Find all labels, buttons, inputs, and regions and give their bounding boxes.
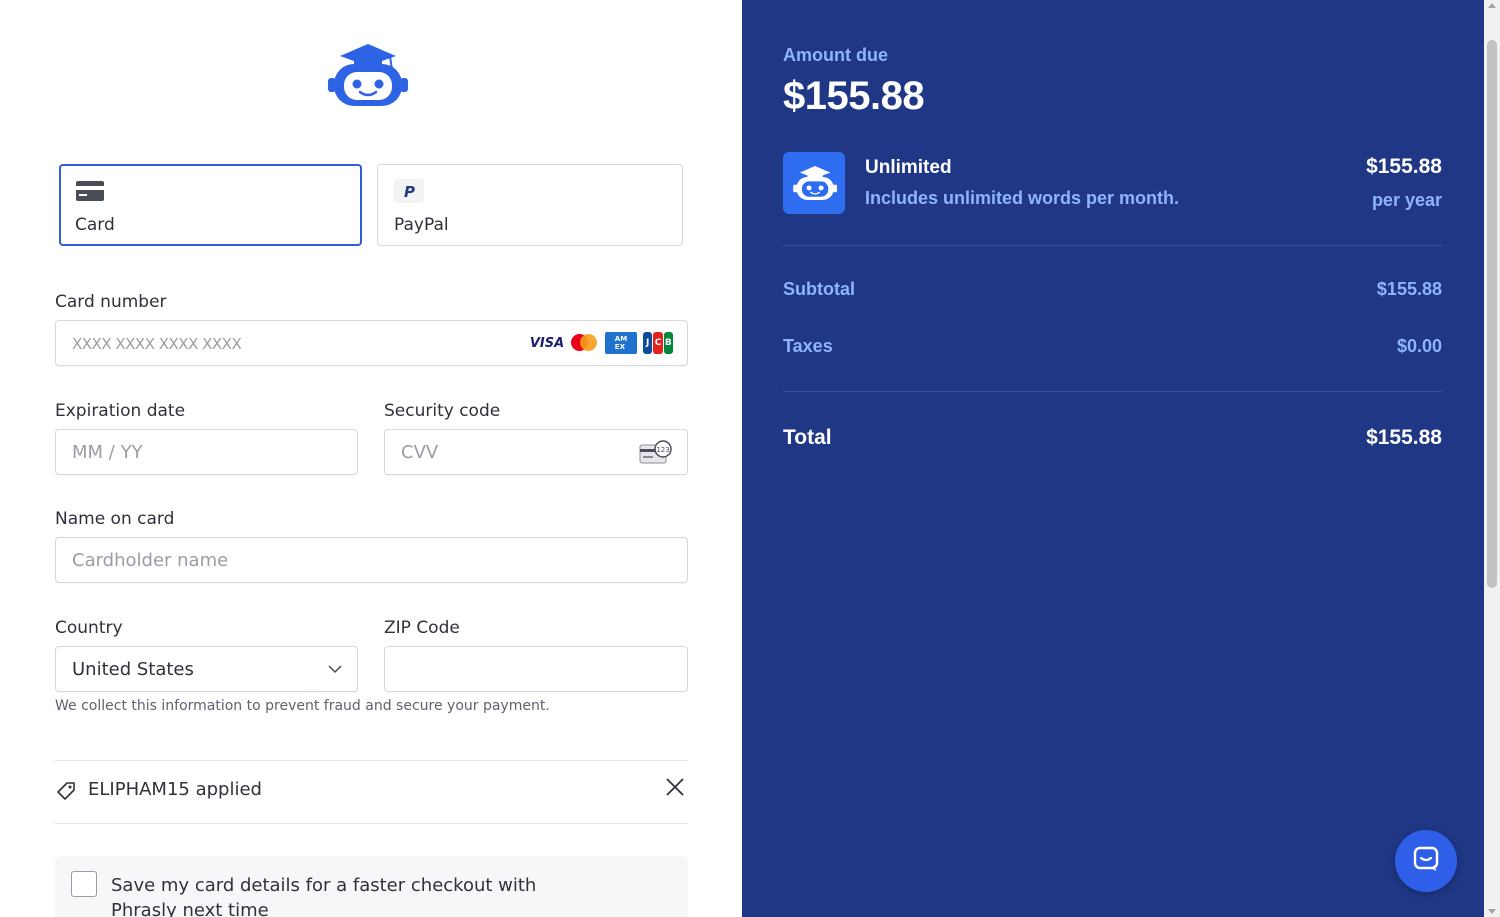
expiration-placeholder: MM / YY: [72, 442, 143, 463]
tab-paypal-label: PayPal: [394, 215, 449, 235]
chat-icon: [1412, 845, 1440, 877]
product-price: $155.88: [1366, 155, 1442, 178]
divider: [55, 760, 688, 761]
tab-card[interactable]: Card: [59, 164, 362, 246]
country-label: Country: [55, 618, 123, 638]
product-name: Unlimited: [865, 157, 952, 178]
security-code-label: Security code: [384, 401, 501, 421]
taxes-label: Taxes: [783, 336, 833, 356]
product-description: Includes unlimited words per month.: [865, 188, 1180, 208]
robot-logo-icon: [793, 166, 837, 200]
card-number-placeholder: XXXX XXXX XXXX XXXX: [72, 335, 242, 353]
robot-logo-icon: [324, 40, 408, 110]
amount-due-label: Amount due: [783, 45, 888, 65]
paypal-icon: P: [394, 179, 424, 207]
zip-code-input[interactable]: [384, 646, 688, 692]
security-code-placeholder: CVV: [401, 442, 439, 463]
country-value: United States: [72, 659, 194, 680]
product-thumbnail: [783, 152, 845, 214]
svg-text:P: P: [404, 183, 415, 201]
chat-button[interactable]: [1395, 830, 1457, 892]
total-label: Total: [783, 426, 832, 449]
page-scrollbar[interactable]: [1484, 0, 1500, 917]
save-card-checkbox[interactable]: [71, 871, 97, 897]
chevron-down-icon: [327, 661, 343, 681]
promo-code-row: ELIPHAM15 applied: [55, 776, 688, 806]
zip-code-label: ZIP Code: [384, 618, 460, 638]
taxes-value: $0.00: [1396, 336, 1442, 356]
security-code-input[interactable]: CVV 123: [384, 429, 688, 475]
tag-icon: [55, 780, 77, 806]
payment-form-panel: Card P PayPal Card number XXXX XXXX XXXX…: [0, 0, 742, 917]
amount-due: $155.88: [783, 74, 925, 118]
product-billing-period: per year: [1371, 190, 1442, 210]
total-value: $155.88: [1366, 426, 1442, 449]
card-brand-logos: VISA AM EX JCB: [529, 332, 673, 354]
subtotal-value: $155.88: [1376, 279, 1442, 299]
tab-card-label: Card: [75, 215, 115, 235]
name-on-card-label: Name on card: [55, 509, 175, 529]
visa-logo: VISA: [529, 335, 565, 351]
divider: [55, 823, 688, 824]
save-card-section: Save my card details for a faster checko…: [55, 856, 688, 917]
cardholder-name-placeholder: Cardholder name: [72, 550, 229, 571]
mastercard-icon: [569, 332, 599, 354]
save-card-label: Save my card details for a faster checko…: [111, 875, 537, 917]
fraud-notice: We collect this information to prevent f…: [55, 698, 550, 714]
cvc-card-icon: 123: [639, 439, 673, 469]
divider: [783, 245, 1442, 246]
cardholder-name-input[interactable]: Cardholder name: [55, 537, 688, 583]
svg-text:123: 123: [656, 446, 669, 454]
subtotal-label: Subtotal: [783, 279, 855, 299]
close-icon[interactable]: [664, 776, 686, 802]
expiration-input[interactable]: MM / YY: [55, 429, 358, 475]
card-number-input[interactable]: XXXX XXXX XXXX XXXX VISA AM EX JCB: [55, 320, 688, 366]
jcb-icon: JCB: [643, 332, 673, 354]
divider: [783, 391, 1442, 392]
country-select[interactable]: United States: [55, 646, 358, 692]
scrollbar-thumb[interactable]: [1487, 40, 1497, 588]
card-icon: [75, 180, 105, 206]
amex-icon: AM EX: [605, 332, 637, 354]
card-number-label: Card number: [55, 292, 167, 312]
scroll-up-arrow-icon[interactable]: [1488, 3, 1496, 8]
tab-paypal[interactable]: P PayPal: [377, 164, 683, 246]
scroll-down-arrow-icon[interactable]: [1488, 909, 1496, 914]
order-summary-panel: Amount due $155.88 Unlimited Includes un…: [742, 0, 1484, 917]
promo-code-text: ELIPHAM15 applied: [88, 779, 262, 800]
expiration-label: Expiration date: [55, 401, 186, 421]
